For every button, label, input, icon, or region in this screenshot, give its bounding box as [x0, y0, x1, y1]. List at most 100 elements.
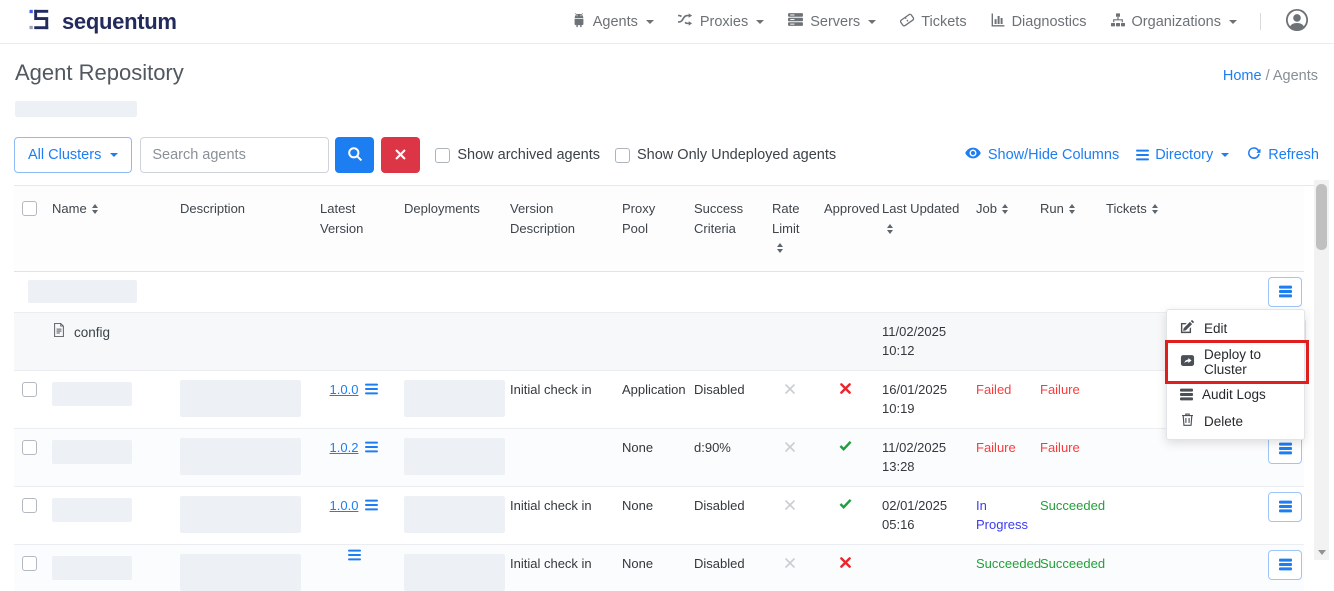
version-description-cell [502, 429, 614, 447]
redacted-agent-name [52, 556, 132, 580]
nav-diagnostics[interactable]: Diagnostics [990, 12, 1087, 32]
proxy-pool-cell: None [614, 429, 686, 467]
col-header-name[interactable]: Name [44, 186, 172, 232]
proxy-pool-cell: None [614, 487, 686, 525]
col-header-version-description: Version Description [502, 186, 614, 251]
nav-organizations[interactable]: Organizations [1110, 12, 1237, 32]
redacted-deployments [404, 496, 505, 533]
list-icon [1180, 393, 1193, 395]
version-menu-icon[interactable] [365, 388, 378, 390]
bar-chart-icon [990, 12, 1006, 32]
show-undeployed-checkbox[interactable] [615, 148, 630, 163]
last-updated-cell: 02/01/202505:16 [874, 487, 968, 544]
chevron-down-icon [646, 20, 654, 24]
edit-icon [1180, 319, 1195, 337]
approved-check-icon [839, 439, 852, 452]
job-status[interactable]: Failure [968, 429, 1032, 467]
nav-proxies[interactable]: Proxies [677, 11, 764, 32]
row-checkbox[interactable] [22, 498, 37, 513]
col-header-deployments: Deployments [396, 186, 502, 232]
col-header-last-updated[interactable]: Last Updated [874, 186, 968, 251]
run-status[interactable]: Failure [1032, 429, 1098, 467]
disabled-x-icon [785, 384, 795, 394]
android-icon [571, 12, 587, 32]
last-updated-cell: 11/02/2025 10:12 [874, 313, 968, 370]
col-header-run[interactable]: Run [1032, 186, 1098, 232]
table-row[interactable]: 1.0.0 Initial check in Application Disab… [14, 371, 1304, 429]
page-title: Agent Repository [15, 60, 184, 86]
rate-limit-cell [764, 429, 816, 467]
sort-icon [1152, 204, 1158, 214]
redacted-deployments [404, 438, 505, 475]
menu-icon [1279, 563, 1292, 565]
job-status[interactable]: Failed [968, 371, 1032, 409]
search-input[interactable] [140, 137, 329, 173]
menu-item-edit[interactable]: Edit [1167, 314, 1304, 342]
scrollbar-thumb[interactable] [1316, 184, 1327, 250]
table-row[interactable]: config 11/02/2025 10:12 [14, 313, 1304, 371]
show-archived-checkbox[interactable] [435, 148, 450, 163]
version-link[interactable]: 1.0.0 [330, 380, 359, 400]
table-scrollbar[interactable] [1314, 180, 1329, 560]
select-all-checkbox[interactable] [22, 201, 37, 216]
tickets-cell [1098, 487, 1176, 505]
row-menu-button[interactable] [1268, 550, 1302, 580]
search-icon [347, 146, 363, 165]
row-menu-button[interactable] [1268, 277, 1302, 307]
person-circle-icon [1284, 7, 1310, 37]
directory-dropdown[interactable]: Directory [1136, 147, 1229, 163]
nav-servers[interactable]: Servers [787, 11, 876, 32]
success-criteria-cell: Disabled [686, 487, 764, 525]
run-status[interactable]: Failure [1032, 371, 1098, 409]
show-undeployed-checkbox-group: Show Only Undeployed agents [615, 147, 836, 163]
col-header-rate-limit[interactable]: Rate Limit [764, 186, 816, 271]
sort-icon [92, 204, 98, 214]
sitemap-icon [1110, 12, 1126, 32]
col-header-success-criteria: Success Criteria [686, 186, 764, 251]
nav-separator [1260, 13, 1261, 30]
run-status[interactable]: Succeeded [1032, 487, 1098, 525]
version-link[interactable]: 1.0.0 [330, 496, 359, 516]
chevron-down-icon [868, 20, 876, 24]
show-hide-columns-button[interactable]: Show/Hide Columns [964, 144, 1119, 166]
scroll-down-arrow-icon[interactable] [1318, 550, 1326, 555]
row-actions [1176, 545, 1304, 585]
row-checkbox[interactable] [22, 556, 37, 571]
tickets-cell [1098, 371, 1176, 389]
approved-cell [816, 371, 874, 409]
version-menu-icon[interactable] [348, 554, 361, 556]
table-row[interactable]: Initial check in None Disabled Succeeded… [14, 545, 1304, 591]
version-link[interactable]: 1.0.2 [330, 438, 359, 458]
run-status[interactable]: Succeeded [1032, 545, 1098, 583]
nav-agents[interactable]: Agents [571, 12, 654, 32]
version-menu-icon[interactable] [365, 446, 378, 448]
col-header-job[interactable]: Job [968, 186, 1032, 232]
search-button[interactable] [335, 137, 374, 173]
row-checkbox[interactable] [22, 382, 37, 397]
brand-logo[interactable]: sequentum [27, 6, 177, 38]
job-status[interactable]: In Progress [968, 487, 1032, 544]
table-row[interactable]: 1.0.0 Initial check in None Disabled 02/… [14, 487, 1304, 545]
menu-item-audit-logs[interactable]: Audit Logs [1167, 382, 1304, 407]
job-status[interactable]: Succeeded [968, 545, 1032, 583]
menu-item-delete[interactable]: Delete [1167, 407, 1304, 435]
row-checkbox[interactable] [22, 440, 37, 455]
version-menu-icon[interactable] [365, 504, 378, 506]
refresh-button[interactable]: Refresh [1246, 145, 1319, 165]
success-criteria-cell: Disabled [686, 371, 764, 409]
nav-tickets[interactable]: Tickets [899, 12, 966, 32]
breadcrumb-home-link[interactable]: Home [1223, 68, 1262, 84]
row-context-menu: Edit Deploy to Cluster Audit Logs Delete [1166, 309, 1305, 440]
clear-search-button[interactable] [381, 137, 420, 173]
col-header-tickets[interactable]: Tickets [1098, 186, 1176, 232]
table-row[interactable]: 1.0.2 None d:90% 11/02/202513:28 Failure… [14, 429, 1304, 487]
chevron-down-icon [110, 153, 118, 157]
approved-cell [816, 487, 874, 525]
menu-item-deploy-to-cluster[interactable]: Deploy to Cluster [1167, 342, 1304, 382]
user-menu-button[interactable] [1284, 7, 1310, 37]
cluster-filter-dropdown[interactable]: All Clusters [14, 137, 132, 173]
tickets-cell [1098, 545, 1176, 563]
row-menu-button[interactable] [1268, 492, 1302, 522]
table-row[interactable] [14, 272, 1304, 313]
approved-cell [816, 545, 874, 583]
